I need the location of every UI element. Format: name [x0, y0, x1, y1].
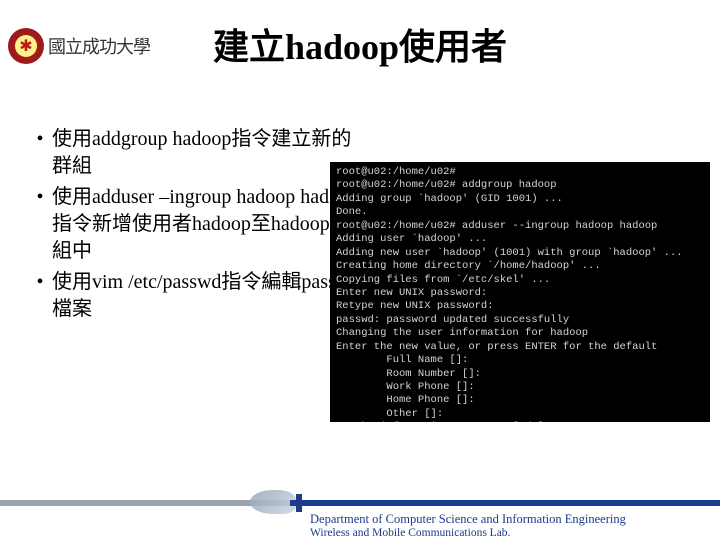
- bullet-marker: •: [28, 126, 52, 180]
- terminal-line: Full Name []:: [336, 354, 468, 366]
- department-name: Department of Computer Science and Infor…: [310, 512, 626, 527]
- footer-tick: [296, 494, 302, 512]
- list-item: • 使用addgroup hadoop指令建立新的群組: [28, 126, 368, 180]
- terminal-line: Creating home directory `/home/hadoop' .…: [336, 260, 601, 272]
- terminal-line: Adding new user `hadoop' (1001) with gro…: [336, 247, 683, 259]
- university-name: 國立成功大學: [48, 33, 150, 59]
- university-logo-block: 國立成功大學: [8, 28, 150, 64]
- terminal-line: Adding group `hadoop' (GID 1001) ...: [336, 193, 563, 205]
- terminal-line: Enter the new value, or press ENTER for …: [336, 341, 657, 353]
- footer-divider-blue: [290, 500, 720, 506]
- terminal-line: Home Phone []:: [336, 394, 475, 406]
- list-item: • 使用vim /etc/passwd指令編輯passwd檔案: [28, 269, 368, 323]
- bullet-text: 使用vim /etc/passwd指令編輯passwd檔案: [52, 269, 368, 323]
- terminal-line: Adding user `hadoop' ...: [336, 233, 487, 245]
- terminal-line: Room Number []:: [336, 368, 481, 380]
- bullet-text: 使用adduser –ingroup hadoop hadoop指令新增使用者h…: [52, 184, 368, 265]
- terminal-line: Other []:: [336, 408, 443, 420]
- bullet-marker: •: [28, 184, 52, 265]
- terminal-line: Enter new UNIX password:: [336, 287, 487, 299]
- terminal-line: Changing the user information for hadoop: [336, 327, 588, 339]
- terminal-line: root@u02:/home/u02# addgroup hadoop: [336, 179, 557, 191]
- terminal-line: root@u02:/home/u02# adduser --ingroup ha…: [336, 220, 657, 232]
- department-block: Department of Computer Science and Infor…: [310, 512, 626, 539]
- slide-footer: Department of Computer Science and Infor…: [0, 500, 720, 558]
- bullet-marker: •: [28, 269, 52, 323]
- list-item: • 使用adduser –ingroup hadoop hadoop指令新增使用…: [28, 184, 368, 265]
- terminal-line: Done.: [336, 206, 368, 218]
- bullet-list: • 使用addgroup hadoop指令建立新的群組 • 使用adduser …: [28, 126, 368, 327]
- terminal-line: Work Phone []:: [336, 381, 475, 393]
- terminal-line: passwd: password updated successfully: [336, 314, 569, 326]
- terminal-line: Is the information correct? [Y/n] Y: [336, 421, 557, 422]
- university-emblem-icon: [8, 28, 44, 64]
- lab-name: Wireless and Mobile Communications Lab.: [310, 527, 626, 539]
- terminal-line: Copying files from `/etc/skel' ...: [336, 274, 550, 286]
- terminal-line: root@u02:/home/u02#: [336, 166, 456, 178]
- bullet-text: 使用addgroup hadoop指令建立新的群組: [52, 126, 368, 180]
- terminal-line: Retype new UNIX password:: [336, 300, 494, 312]
- terminal-screenshot: root@u02:/home/u02# root@u02:/home/u02# …: [330, 162, 710, 422]
